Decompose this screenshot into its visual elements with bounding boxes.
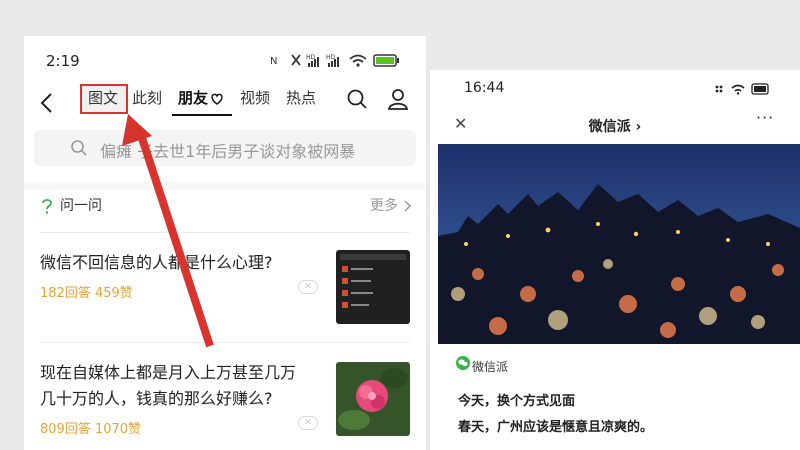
chevron-right-icon: ›: [635, 119, 642, 135]
wechat-logo-icon: [456, 356, 470, 370]
left-phone-screen: 2:19 N HD HD 图文 此刻 朋友 视频 热点 偏瘫 子去世1年后男子谈…: [24, 36, 426, 450]
status-time: 16:44: [464, 80, 505, 96]
status-icons: [715, 83, 769, 95]
article-subtitle: 今天，换个方式见面: [458, 394, 576, 409]
header-title[interactable]: 微信派 ›: [430, 116, 800, 136]
article-text: 春天，广州应该是惬意且凉爽的。: [458, 420, 654, 435]
city-night-photo: [438, 144, 800, 344]
annotation-arrow: [122, 114, 214, 348]
right-phone-screen: 16:44 ✕ 微信派 › ··· 微信派 今天，换个方式见面 春天，广州应该是…: [430, 70, 800, 450]
brand-name: 微信派: [472, 360, 509, 374]
more-options-icon[interactable]: ···: [756, 108, 774, 127]
